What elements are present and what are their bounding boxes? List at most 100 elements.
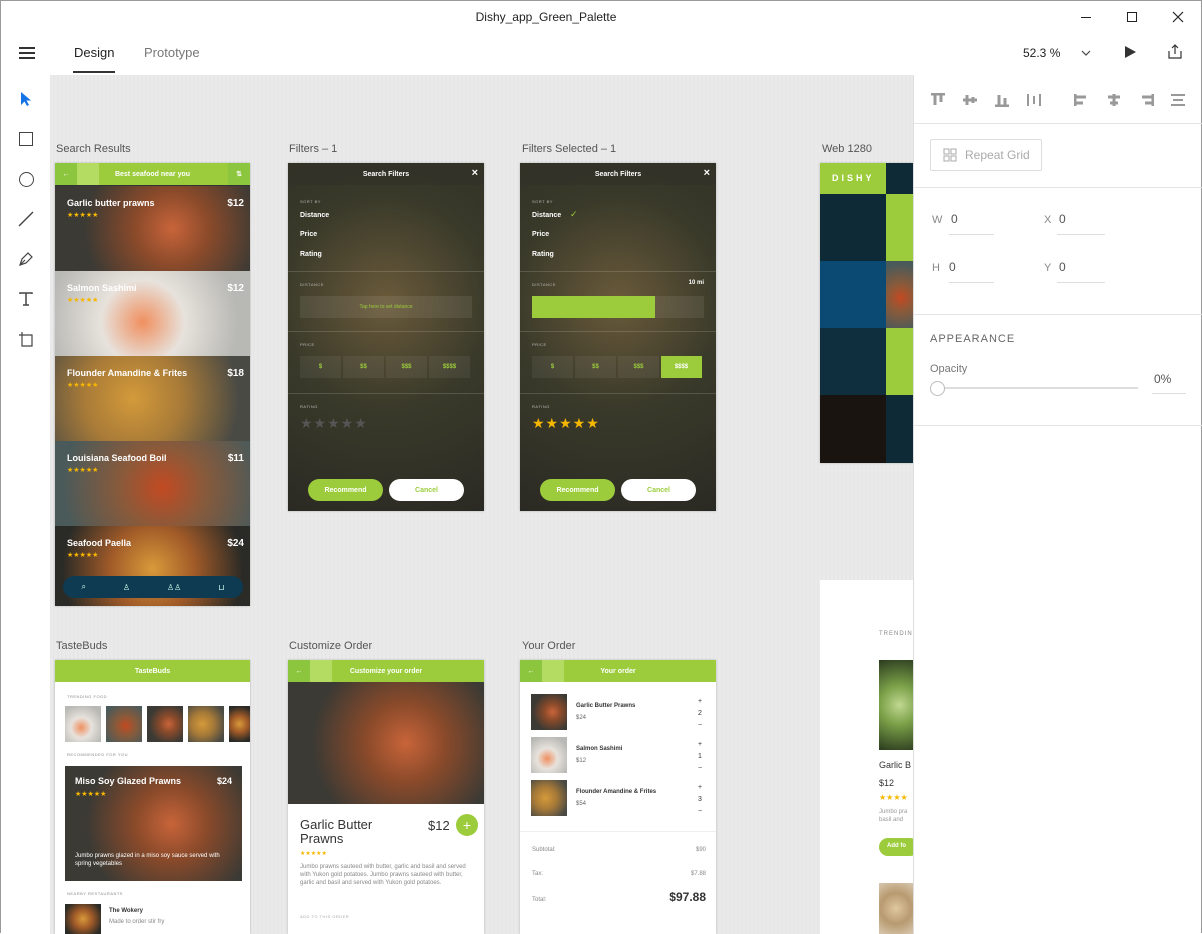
artboard-tastebuds[interactable]: TasteBuds TRENDING FOOD RECOMMENDED FOR … (55, 660, 250, 934)
align-top-icon[interactable] (930, 93, 946, 107)
y-input[interactable]: 0 (1059, 260, 1066, 274)
total-label: Total: (532, 897, 547, 903)
sort-option: Price (532, 231, 550, 238)
artboard-label-filters-selected[interactable]: Filters Selected – 1 (522, 143, 616, 155)
opacity-slider-track[interactable] (938, 387, 1138, 389)
zoom-level[interactable]: 52.3 % (1023, 46, 1060, 60)
distance-hint: Tap here to set distance (300, 296, 472, 318)
app-window: Dishy_app_Green_Palette Design Prototype… (0, 0, 1202, 934)
decrement-icon: − (697, 765, 703, 772)
trending-thumbnail (229, 706, 250, 742)
opacity-slider-handle[interactable] (930, 381, 945, 396)
height-input[interactable]: 0 (949, 260, 956, 274)
filters-title: Search Filters (594, 170, 642, 178)
search-icon: ⌕ (81, 582, 86, 591)
order-item-name: Salmon Sashimi (576, 746, 623, 752)
artboard-label-filters[interactable]: Filters – 1 (289, 143, 337, 155)
align-right-icon[interactable] (1138, 93, 1154, 107)
sort-by-label: SORT BY (532, 199, 553, 204)
tab-design[interactable]: Design (72, 45, 116, 73)
filters-title: Search Filters (362, 170, 410, 178)
distance-label: DISTANCE (532, 282, 556, 287)
tool-bar (1, 75, 50, 934)
distribute-vertical-icon[interactable] (1170, 93, 1186, 107)
minimize-button[interactable] (1063, 1, 1109, 33)
align-bottom-icon[interactable] (994, 93, 1010, 107)
artboard-label-tastebuds[interactable]: TasteBuds (56, 640, 107, 652)
artboard-tool[interactable] (15, 328, 37, 350)
price-option: $$ (575, 356, 616, 378)
artboard-web[interactable]: DISHY (820, 163, 913, 463)
rating-stars: ★★★★★ (67, 297, 99, 304)
divider (914, 187, 1202, 188)
hamburger-menu-icon[interactable] (19, 47, 35, 59)
price-option: $ (300, 356, 341, 378)
close-button[interactable] (1155, 1, 1201, 33)
artboard-filters[interactable]: Search Filters × SORT BY Distance Price … (288, 163, 484, 511)
design-canvas[interactable]: Search Results Filters – 1 Filters Selec… (50, 75, 913, 934)
play-icon[interactable] (1123, 45, 1137, 59)
tab-prototype[interactable]: Prototype (144, 45, 200, 60)
restaurant-thumbnail (65, 904, 101, 934)
divider (520, 271, 716, 272)
order-item-price: $24 (576, 715, 587, 721)
width-input[interactable]: 0 (951, 212, 958, 226)
artboard-web-lower[interactable]: TRENDIN Garlic B $12 ★★★★ Jumbo pra basi… (820, 580, 913, 934)
back-arrow-icon: ← (520, 660, 542, 682)
ellipse-tool[interactable] (15, 168, 37, 190)
dish-price: $18 (227, 368, 244, 379)
artboard-label-customize[interactable]: Customize Order (289, 640, 372, 652)
share-icon[interactable] (1167, 44, 1183, 60)
maximize-icon (1127, 12, 1137, 22)
rating-stars: ★★★★★ (75, 791, 107, 798)
y-label: Y (1044, 262, 1052, 274)
artboard-filters-selected[interactable]: Search Filters × SORT BY Distance ✓ Pric… (520, 163, 716, 511)
x-input[interactable]: 0 (1059, 212, 1066, 226)
align-left-icon[interactable] (1074, 93, 1090, 107)
sort-option: Distance (300, 212, 330, 219)
rectangle-tool[interactable] (15, 128, 37, 150)
chevron-down-icon[interactable] (1081, 49, 1091, 57)
artboard-search-results[interactable]: ← Best seafood near you ⇅ Garlic butter … (55, 163, 250, 606)
web-tile (820, 395, 886, 463)
increment-icon: + (697, 741, 703, 748)
price-option: $$$ (386, 356, 427, 378)
web-tile (886, 328, 913, 395)
filter-icon: ⇅ (228, 163, 250, 185)
artboard-customize-order[interactable]: ← Customize your order Garlic Butter Pra… (288, 660, 484, 934)
artboard-your-order[interactable]: ← Your order Garlic Butter Prawns $24 +2… (520, 660, 716, 934)
artboard-label-web[interactable]: Web 1280 (822, 143, 872, 155)
repeat-grid-button[interactable]: Repeat Grid (930, 139, 1042, 171)
opacity-input-underline (1152, 393, 1186, 394)
back-arrow-icon: ← (55, 163, 77, 185)
list-item: Salmon Sashimi $12 ★★★★★ (55, 271, 250, 356)
total-value: $97.88 (669, 890, 706, 904)
pen-icon (19, 252, 33, 266)
recommended-label: RECOMMENDED FOR YOU (67, 752, 128, 757)
cart-icon: ⊔ (218, 582, 225, 592)
quantity-stepper: +3 − (696, 782, 704, 818)
web-dish-price: $12 (879, 778, 895, 788)
web-tile (820, 328, 886, 395)
window-title: Dishy_app_Green_Palette (475, 10, 617, 24)
subtotal-label: Subtotal: (532, 847, 556, 853)
align-center-icon[interactable] (1106, 93, 1122, 107)
opacity-value[interactable]: 0% (1154, 372, 1171, 386)
repeat-grid-label: Repeat Grid (965, 148, 1030, 162)
pen-tool[interactable] (15, 248, 37, 270)
maximize-button[interactable] (1109, 1, 1155, 33)
line-tool[interactable] (15, 208, 37, 230)
order-header: ← Your order (520, 660, 716, 682)
artboard-label-order[interactable]: Your Order (522, 640, 575, 652)
select-tool[interactable] (15, 88, 37, 110)
artboard-label-search[interactable]: Search Results (56, 143, 131, 155)
web-tile (820, 194, 886, 261)
text-icon (19, 292, 33, 306)
appearance-heading: APPEARANCE (930, 333, 1016, 345)
tastebuds-header-title: TasteBuds (134, 667, 171, 675)
distribute-horizontal-icon[interactable] (1026, 93, 1042, 107)
align-middle-icon[interactable] (962, 93, 978, 107)
width-label: W (932, 214, 943, 226)
text-tool[interactable] (15, 288, 37, 310)
web-tile-image (886, 261, 913, 328)
